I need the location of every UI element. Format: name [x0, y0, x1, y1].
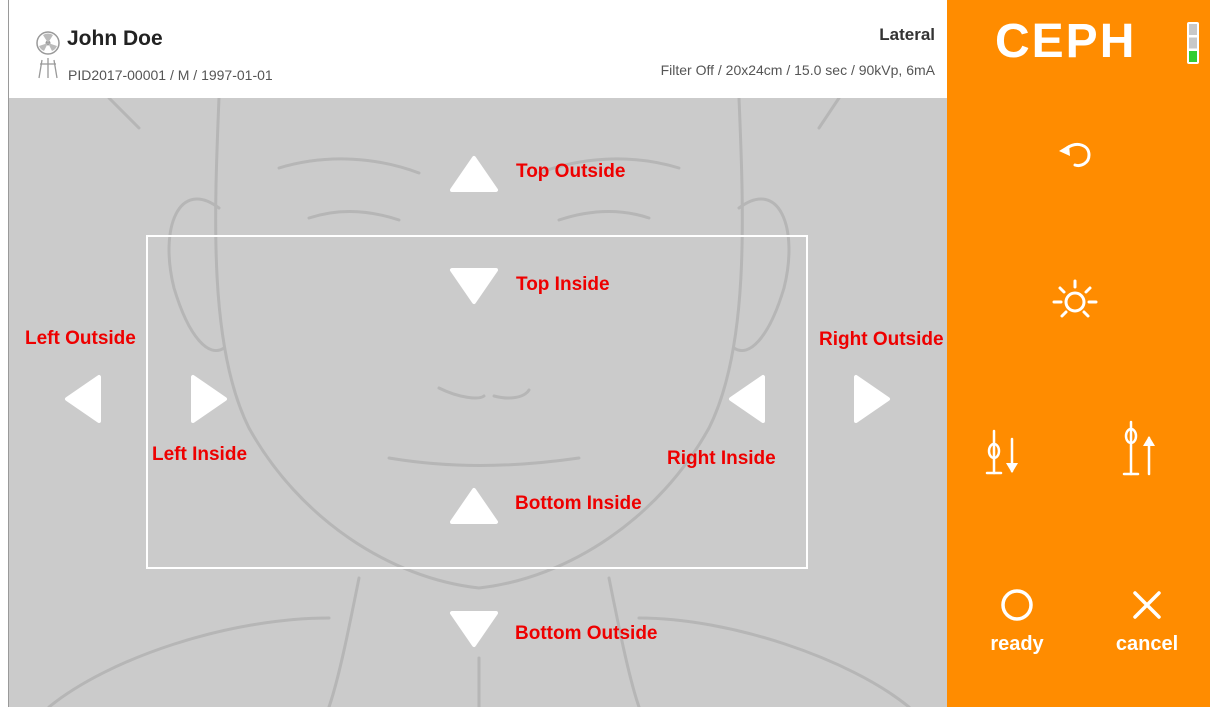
- circle-icon: [1001, 589, 1033, 621]
- left-inside-arrow-button[interactable]: [181, 373, 233, 425]
- top-outside-label: Top Outside: [516, 161, 626, 182]
- ear-rod-up-button[interactable]: [1119, 418, 1159, 478]
- arrow-up-icon: [450, 156, 498, 192]
- right-outside-arrow-button[interactable]: [844, 373, 896, 425]
- arrow-down-icon: [450, 611, 498, 647]
- patient-header: John Doe PID2017-00001 / M / 1997-01-01 …: [9, 0, 947, 98]
- bottom-outside-label: Bottom Outside: [515, 623, 658, 644]
- exposure-settings: Filter Off / 20x24cm / 15.0 sec / 90kVp,…: [660, 62, 935, 78]
- ear-rod-down-icon: [985, 429, 1018, 475]
- right-inside-label: Right Inside: [667, 448, 776, 469]
- control-panel: CEPH ready cancel: [947, 0, 1210, 707]
- patient-radiation-icon: [36, 31, 60, 79]
- bottom-inside-label: Bottom Inside: [515, 493, 642, 514]
- cancel-button[interactable]: cancel: [1097, 585, 1197, 660]
- arrow-right-icon: [191, 375, 227, 423]
- bottom-outside-arrow-button[interactable]: [448, 603, 500, 655]
- left-outside-arrow-button[interactable]: [59, 373, 111, 425]
- arrow-left-icon: [729, 375, 765, 423]
- right-outside-label: Right Outside: [819, 329, 944, 350]
- mode-logo: CEPH: [995, 15, 1137, 68]
- positioning-canvas: Top Outside Top Inside Left Outside Left…: [9, 98, 947, 707]
- ready-label: ready: [990, 633, 1044, 655]
- ready-button[interactable]: ready: [967, 585, 1067, 660]
- arrow-right-icon: [854, 375, 890, 423]
- arrow-up-icon: [450, 488, 498, 524]
- top-outside-arrow-button[interactable]: [448, 148, 500, 200]
- positioning-light-button[interactable]: [1052, 278, 1098, 324]
- undo-icon: [1059, 143, 1091, 167]
- ear-rod-up-icon: [1122, 420, 1155, 476]
- arrow-left-icon: [65, 375, 101, 423]
- arrow-down-icon: [450, 268, 498, 304]
- patient-name: John Doe: [67, 27, 163, 50]
- right-inside-arrow-button[interactable]: [723, 373, 775, 425]
- light-bulb-icon: [1052, 279, 1098, 318]
- left-inside-label: Left Inside: [152, 444, 248, 465]
- projection-mode: Lateral: [879, 25, 935, 44]
- bottom-inside-arrow-button[interactable]: [448, 480, 500, 532]
- left-outside-label: Left Outside: [25, 328, 136, 349]
- top-inside-arrow-button[interactable]: [448, 260, 500, 312]
- close-icon: [1133, 591, 1161, 619]
- top-inside-label: Top Inside: [516, 274, 610, 295]
- back-button[interactable]: [1055, 135, 1095, 175]
- status-indicator-icon: [1187, 22, 1199, 64]
- patient-info: PID2017-00001 / M / 1997-01-01: [68, 67, 273, 83]
- cancel-label: cancel: [1115, 633, 1179, 655]
- ear-rod-down-button[interactable]: [982, 425, 1022, 477]
